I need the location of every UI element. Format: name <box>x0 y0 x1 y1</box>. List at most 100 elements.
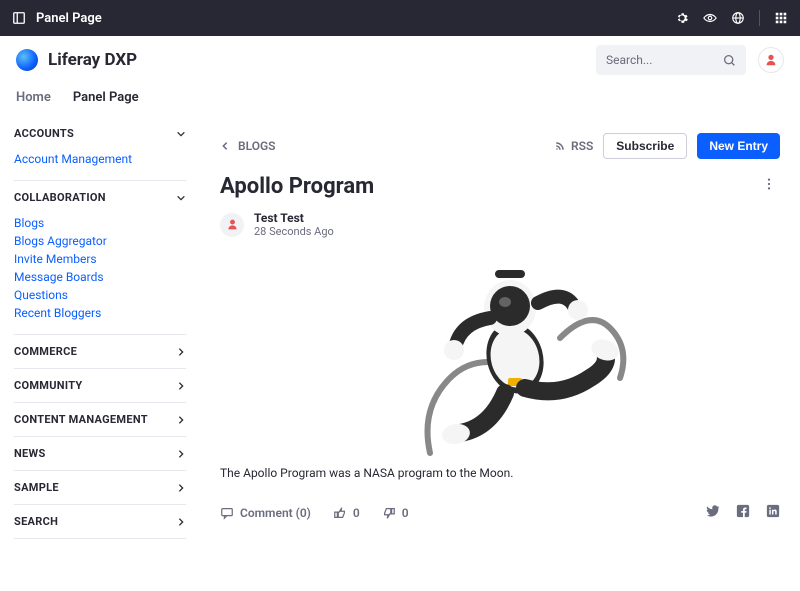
twitter-icon <box>706 504 720 518</box>
top-bar: Panel Page <box>0 0 800 36</box>
facebook-icon <box>736 504 750 518</box>
user-icon <box>226 218 239 231</box>
rss-icon <box>554 140 566 152</box>
sidebar-group-content-management: CONTENT MANAGEMENT <box>14 403 186 437</box>
search-icon <box>723 54 736 67</box>
share-linkedin[interactable] <box>766 504 780 521</box>
blog-image <box>220 258 780 458</box>
sidebar-group-news: NEWS <box>14 437 186 471</box>
layout: ACCOUNTS Account Management COLLABORATIO… <box>0 117 800 539</box>
logo-icon <box>16 49 38 71</box>
author-avatar[interactable] <box>220 213 244 237</box>
chevron-right-icon <box>176 381 186 391</box>
rss-label: RSS <box>571 139 593 153</box>
more-options-button[interactable] <box>758 173 780 199</box>
sidebar-title: COLLABORATION <box>14 191 106 204</box>
blog-actions: RSS Subscribe New Entry <box>554 133 780 159</box>
nav-tabs: Home Panel Page <box>0 84 800 117</box>
sidebar-title: NEWS <box>14 447 46 460</box>
sidebar-title: SEARCH <box>14 515 58 528</box>
author-time: 28 Seconds Ago <box>254 225 334 238</box>
sidebar-link-account-management[interactable]: Account Management <box>14 152 186 166</box>
chevron-right-icon <box>176 483 186 493</box>
dots-vertical-icon <box>762 177 776 191</box>
sidebar-link-recent-bloggers[interactable]: Recent Bloggers <box>14 306 186 320</box>
logo-wrap[interactable]: Liferay DXP <box>16 49 137 71</box>
search-input[interactable]: Search... <box>596 45 746 75</box>
like-button[interactable]: 0 <box>333 506 360 520</box>
breadcrumb-label: BLOGS <box>238 139 276 153</box>
chevron-right-icon <box>176 517 186 527</box>
thumbs-down-icon <box>382 506 396 520</box>
panel-icon[interactable] <box>12 11 26 25</box>
author-row: Test Test 28 Seconds Ago <box>220 211 780 238</box>
separator <box>759 10 760 26</box>
top-bar-title: Panel Page <box>36 11 102 26</box>
header-right: Search... <box>596 45 784 75</box>
sidebar-header-accounts[interactable]: ACCOUNTS <box>14 127 186 140</box>
chevron-right-icon <box>176 415 186 425</box>
share-twitter[interactable] <box>706 504 720 521</box>
sidebar-group-commerce: COMMERCE <box>14 335 186 369</box>
footer-left: Comment (0) 0 0 <box>220 506 409 520</box>
search-placeholder: Search... <box>606 53 652 67</box>
gear-icon[interactable] <box>675 11 689 25</box>
sidebar-header-sample[interactable]: SAMPLE <box>14 481 186 494</box>
back-to-blogs[interactable]: BLOGS <box>220 139 276 153</box>
sidebar-link-questions[interactable]: Questions <box>14 288 186 302</box>
sidebar-title: ACCOUNTS <box>14 127 74 140</box>
dislike-count: 0 <box>402 506 409 520</box>
nav-panel-page[interactable]: Panel Page <box>73 90 139 105</box>
eye-icon[interactable] <box>703 11 717 25</box>
sidebar-link-blogs-aggregator[interactable]: Blogs Aggregator <box>14 234 186 248</box>
author-name: Test Test <box>254 211 334 225</box>
sidebar-header-commerce[interactable]: COMMERCE <box>14 345 186 358</box>
brand-title: Liferay DXP <box>48 50 137 70</box>
nav-home[interactable]: Home <box>16 90 51 105</box>
new-entry-button[interactable]: New Entry <box>697 133 780 159</box>
sidebar-header-content-management[interactable]: CONTENT MANAGEMENT <box>14 413 186 426</box>
comment-icon <box>220 506 234 520</box>
user-icon <box>764 53 778 67</box>
chevron-right-icon <box>176 347 186 357</box>
sidebar-title: COMMUNITY <box>14 379 83 392</box>
blog-title: Apollo Program <box>220 174 374 199</box>
header: Liferay DXP Search... <box>0 36 800 84</box>
astronaut-illustration <box>360 258 640 458</box>
sidebar-header-community[interactable]: COMMUNITY <box>14 379 186 392</box>
apps-icon[interactable] <box>774 11 788 25</box>
chevron-right-icon <box>176 449 186 459</box>
sidebar-title: CONTENT MANAGEMENT <box>14 413 148 426</box>
main-content: BLOGS RSS Subscribe New Entry Apollo Pro… <box>200 117 800 539</box>
top-bar-right <box>675 10 788 26</box>
rss-link[interactable]: RSS <box>554 139 593 153</box>
sidebar-header-collaboration[interactable]: COLLABORATION <box>14 191 186 204</box>
dislike-button[interactable]: 0 <box>382 506 409 520</box>
share-facebook[interactable] <box>736 504 750 521</box>
chevron-left-icon <box>220 141 230 151</box>
comment-button[interactable]: Comment (0) <box>220 506 311 520</box>
chevron-down-icon <box>176 193 186 203</box>
sidebar-link-message-boards[interactable]: Message Boards <box>14 270 186 284</box>
title-row: Apollo Program <box>220 173 780 199</box>
sidebar-group-collaboration: COLLABORATION Blogs Blogs Aggregator Inv… <box>14 181 186 335</box>
blog-toolbar: BLOGS RSS Subscribe New Entry <box>220 133 780 159</box>
linkedin-icon <box>766 504 780 518</box>
thumbs-up-icon <box>333 506 347 520</box>
subscribe-button[interactable]: Subscribe <box>603 133 687 159</box>
sidebar-group-sample: SAMPLE <box>14 471 186 505</box>
like-count: 0 <box>353 506 360 520</box>
blog-description: The Apollo Program was a NASA program to… <box>220 466 780 480</box>
blog-footer: Comment (0) 0 0 <box>220 504 780 521</box>
sidebar-link-invite-members[interactable]: Invite Members <box>14 252 186 266</box>
footer-right <box>706 504 780 521</box>
globe-icon[interactable] <box>731 11 745 25</box>
sidebar-group-community: COMMUNITY <box>14 369 186 403</box>
sidebar-header-news[interactable]: NEWS <box>14 447 186 460</box>
sidebar-link-blogs[interactable]: Blogs <box>14 216 186 230</box>
sidebar-group-accounts: ACCOUNTS Account Management <box>14 117 186 181</box>
top-bar-left: Panel Page <box>12 11 102 26</box>
sidebar-header-search[interactable]: SEARCH <box>14 515 186 528</box>
sidebar-title: SAMPLE <box>14 481 59 494</box>
user-avatar[interactable] <box>758 47 784 73</box>
